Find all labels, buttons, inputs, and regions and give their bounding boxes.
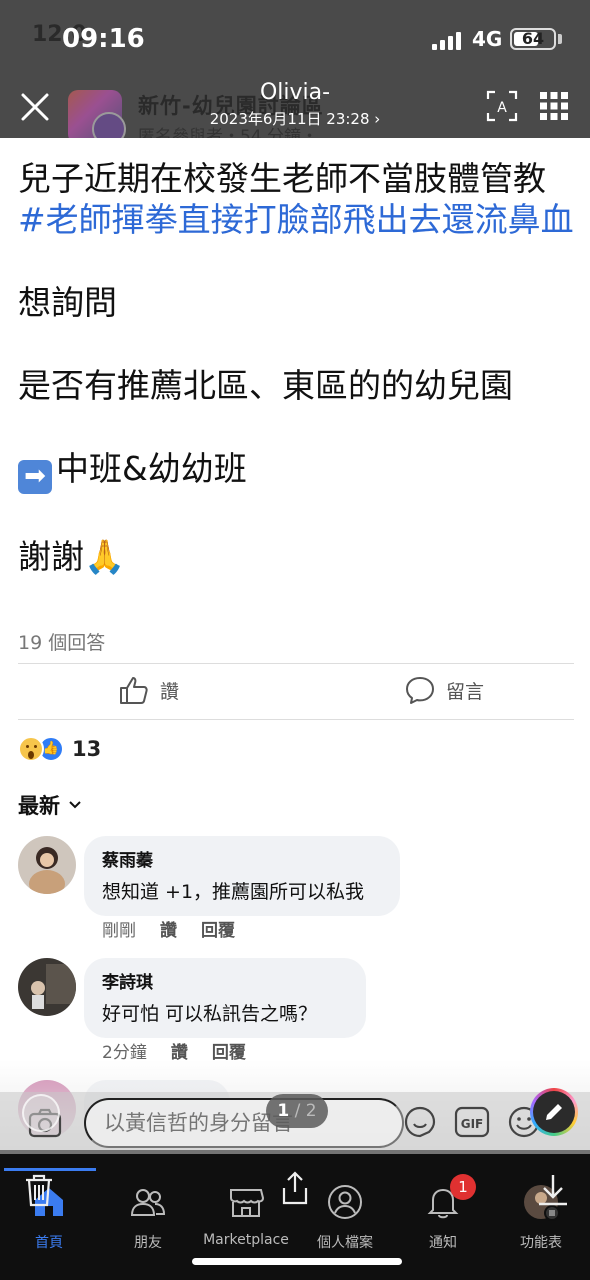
arrow-emoji-icon: ➡ bbox=[18, 460, 52, 494]
tab-label: Marketplace bbox=[203, 1232, 289, 1248]
avatar[interactable] bbox=[18, 958, 76, 1016]
reactions-summary[interactable]: 👍 13 bbox=[18, 736, 101, 762]
edit-button[interactable] bbox=[530, 1088, 578, 1136]
post-text-line: 兒子近期在校發生老師不當肢體管教 bbox=[18, 159, 546, 198]
thumbs-up-icon bbox=[120, 677, 148, 704]
post-text-line: 謝謝🙏 bbox=[18, 537, 126, 576]
battery-level: 64 bbox=[521, 29, 545, 48]
signal-icon bbox=[432, 32, 461, 50]
post-text-line: 是否有推薦北區、東區的的幼兒園 bbox=[18, 366, 513, 405]
post-body: 兒子近期在校發生老師不當肢體管教 #老師揮拳直接打臉部飛出去還流鼻血 想詢問 是… bbox=[18, 158, 578, 577]
network-type: 4G bbox=[472, 27, 503, 51]
sort-label: 最新 bbox=[18, 794, 60, 818]
tab-friends[interactable]: 朋友 bbox=[93, 1174, 203, 1252]
comment-text: 想知道 +1，推薦園所可以私我 bbox=[102, 881, 365, 903]
post-text-line: 想詢問 bbox=[18, 283, 117, 322]
page-current: 1 bbox=[277, 1101, 290, 1121]
grid-icon[interactable] bbox=[540, 92, 568, 120]
download-icon[interactable] bbox=[536, 1172, 570, 1208]
comment-like-link[interactable]: 讚 bbox=[160, 916, 177, 941]
battery-icon: 64 bbox=[510, 28, 556, 50]
like-label: 讚 bbox=[160, 680, 180, 703]
post-classes: 中班&幼幼班 bbox=[56, 449, 247, 488]
commenter-name[interactable]: 李詩琪 bbox=[102, 968, 348, 993]
like-button[interactable]: 讚 bbox=[118, 674, 179, 706]
page-indicator: 1 / 2 bbox=[266, 1094, 328, 1128]
comment-bubble[interactable]: 李詩琪 好可怕 可以私訊告之嗎？ bbox=[84, 958, 366, 1038]
active-tab-indicator bbox=[4, 1168, 96, 1171]
comment-bubble[interactable]: 蔡雨蓁 想知道 +1，推薦園所可以私我 bbox=[84, 836, 400, 916]
commenter-name[interactable]: 蔡雨蓁 bbox=[102, 846, 382, 871]
tab-notifications[interactable]: 1 通知 bbox=[388, 1174, 498, 1252]
tab-label: 首頁 bbox=[35, 1235, 63, 1251]
page-total: / 2 bbox=[294, 1101, 317, 1121]
comment-bubble-icon bbox=[406, 677, 434, 704]
comment-sort-dropdown[interactable]: 最新 bbox=[18, 790, 82, 820]
friends-icon bbox=[130, 1189, 166, 1216]
reply-count[interactable]: 19 個回答 bbox=[18, 628, 105, 655]
profile-icon bbox=[328, 1185, 362, 1219]
wow-reaction-icon bbox=[18, 736, 44, 762]
tab-label: 通知 bbox=[429, 1235, 457, 1251]
gif-icon[interactable]: GIF bbox=[454, 1104, 490, 1140]
svg-text:GIF: GIF bbox=[461, 1117, 484, 1131]
comment-text: 好可怕 可以私訊告之嗎？ bbox=[102, 1003, 318, 1025]
divider bbox=[18, 663, 574, 664]
tab-label: 個人檔案 bbox=[317, 1235, 373, 1251]
comment-label: 留言 bbox=[446, 680, 485, 703]
text-scan-icon[interactable]: A bbox=[486, 90, 518, 122]
sticker-icon[interactable] bbox=[402, 1104, 438, 1140]
notification-badge: 1 bbox=[450, 1174, 476, 1200]
home-indicator bbox=[192, 1258, 402, 1265]
trash-icon[interactable] bbox=[22, 1172, 56, 1208]
comment-button[interactable]: 留言 bbox=[404, 674, 484, 706]
viewer-header: 12:0 新竹-幼兒園討論區 匿名參與者・54 分鐘・ 09:16 4G 64 … bbox=[0, 0, 590, 138]
battery-tip bbox=[558, 34, 562, 44]
status-time: 09:16 bbox=[62, 24, 145, 54]
comment-input[interactable] bbox=[84, 1098, 404, 1148]
comment-reply-link[interactable]: 回覆 bbox=[201, 916, 235, 941]
post-hashtag[interactable]: #老師揮拳直接打臉部飛出去還流鼻血 bbox=[18, 199, 578, 240]
reaction-picker-icon[interactable] bbox=[22, 1094, 60, 1132]
tab-label: 朋友 bbox=[134, 1235, 162, 1251]
reaction-count: 13 bbox=[72, 737, 102, 761]
avatar[interactable] bbox=[18, 836, 76, 894]
divider bbox=[18, 719, 574, 720]
comment-actions: 剛剛 讚 回覆 bbox=[102, 916, 235, 941]
post-card: 兒子近期在校發生老師不當肢體管教 #老師揮拳直接打臉部飛出去還流鼻血 想詢問 是… bbox=[0, 138, 590, 1150]
comment-time: 剛剛 bbox=[102, 921, 136, 941]
chevron-down-icon bbox=[69, 801, 81, 809]
tab-label: 功能表 bbox=[520, 1235, 562, 1251]
marketplace-icon bbox=[230, 1189, 265, 1217]
post-text-line: ➡ 中班&幼幼班 bbox=[18, 448, 578, 494]
share-icon[interactable] bbox=[280, 1170, 310, 1206]
pencil-icon bbox=[546, 1104, 562, 1120]
svg-text:A: A bbox=[497, 100, 507, 116]
